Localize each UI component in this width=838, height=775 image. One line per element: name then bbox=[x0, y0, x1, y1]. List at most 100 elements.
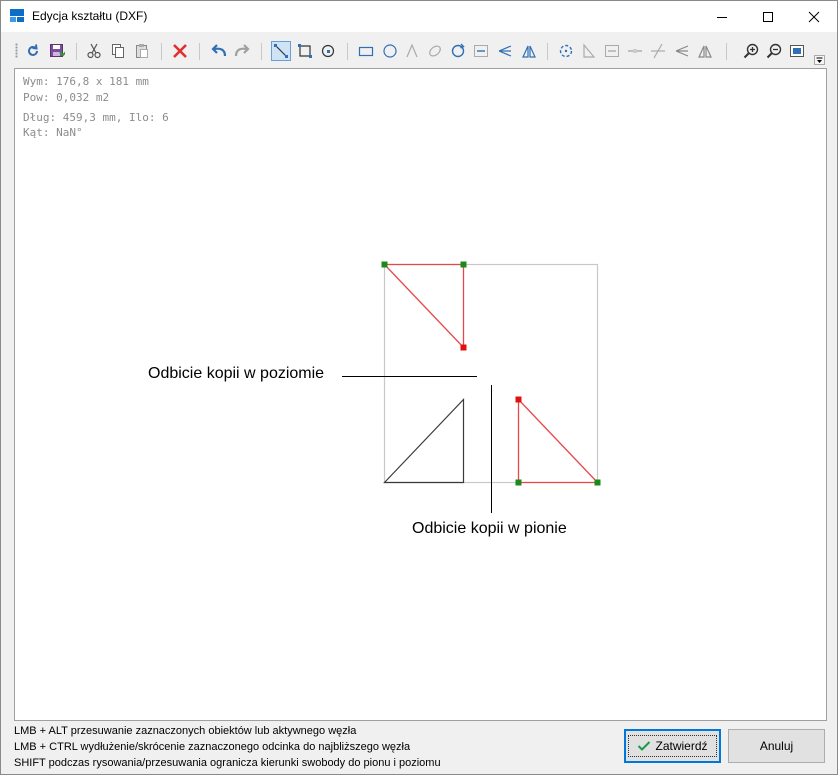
delete-icon bbox=[173, 44, 187, 58]
distance-button[interactable] bbox=[602, 41, 622, 61]
polyline-tool-icon bbox=[298, 44, 312, 58]
redo-button[interactable] bbox=[232, 41, 252, 61]
line-tool-button[interactable] bbox=[271, 41, 291, 61]
toolbar bbox=[1, 32, 837, 67]
hint-line: LMB + ALT przesuwanie zaznaczonych obiek… bbox=[14, 725, 357, 737]
line-tool-icon bbox=[274, 44, 288, 58]
undo-button[interactable] bbox=[209, 41, 229, 61]
toolbar-separator bbox=[347, 43, 348, 60]
annotation-horizontal-mirror: Odbicie kopii w poziomie bbox=[148, 365, 325, 382]
rotate-tool-button[interactable] bbox=[448, 41, 468, 61]
scale-tool-button[interactable] bbox=[495, 41, 515, 61]
cut-button[interactable] bbox=[84, 41, 104, 61]
toolbar-separator bbox=[199, 43, 200, 60]
node-handle[interactable] bbox=[460, 261, 467, 268]
undo-icon bbox=[211, 44, 227, 57]
redo-icon bbox=[234, 44, 250, 57]
cancel-button-label: Anuluj bbox=[759, 739, 794, 753]
mirror-tool-button[interactable] bbox=[519, 41, 539, 61]
title-bar: Edycja kształtu (DXF) bbox=[1, 1, 837, 32]
ellipse-tool-icon bbox=[429, 45, 441, 57]
circle-tool-icon bbox=[383, 44, 397, 58]
angle-tool-icon bbox=[406, 43, 418, 58]
zoom-out-icon bbox=[766, 43, 782, 59]
node-handle[interactable] bbox=[515, 396, 522, 403]
rectangle-tool-icon bbox=[358, 46, 374, 57]
window-title: Edycja kształtu (DXF) bbox=[32, 9, 148, 23]
copy-button[interactable] bbox=[108, 41, 128, 61]
arc-tool-icon bbox=[321, 44, 335, 58]
check-icon bbox=[638, 741, 651, 751]
zoom-out-button[interactable] bbox=[764, 41, 784, 61]
annotation-vertical-mirror: Odbicie kopii w pionie bbox=[412, 520, 567, 537]
arc-tool-button[interactable] bbox=[318, 41, 338, 61]
save-icon bbox=[50, 44, 65, 57]
angle-tool-button[interactable] bbox=[402, 41, 422, 61]
close-button[interactable] bbox=[791, 1, 837, 32]
extend-button[interactable] bbox=[579, 41, 599, 61]
distance-icon bbox=[605, 45, 619, 57]
hint-line: LMB + CTRL wydłużenie/skrócenie zaznaczo… bbox=[14, 741, 411, 753]
mirrored-triangle-right bbox=[517, 397, 600, 484]
split-button[interactable] bbox=[625, 41, 645, 61]
circle-tool-button[interactable] bbox=[380, 41, 400, 61]
node-handle[interactable] bbox=[594, 479, 601, 486]
delete-button[interactable] bbox=[170, 41, 190, 61]
trim-icon bbox=[651, 43, 665, 59]
flip-icon bbox=[675, 45, 689, 57]
zoom-in-button[interactable] bbox=[741, 41, 761, 61]
maximize-button[interactable] bbox=[745, 1, 791, 32]
toolbar-separator bbox=[547, 43, 548, 60]
paste-icon bbox=[136, 44, 148, 58]
minimize-button[interactable] bbox=[699, 1, 745, 32]
app-icon bbox=[10, 9, 24, 22]
move-tool-button[interactable] bbox=[471, 41, 491, 61]
mirrored-triangle-top bbox=[382, 263, 465, 350]
rotate-selection-button[interactable] bbox=[556, 41, 576, 61]
maximize-icon bbox=[763, 11, 773, 22]
mirror-tool-icon bbox=[522, 45, 536, 58]
dialog-window: Edycja kształtu (DXF) Wym: 176,8 x 181 m… bbox=[0, 0, 838, 775]
zoom-fit-button[interactable] bbox=[787, 41, 807, 61]
paste-button[interactable] bbox=[132, 41, 152, 61]
rectangle-tool-button[interactable] bbox=[356, 41, 376, 61]
rotate-tool-icon bbox=[451, 43, 465, 58]
move-tool-icon bbox=[474, 45, 488, 57]
toolbar-separator bbox=[76, 43, 77, 60]
copy-icon bbox=[112, 44, 124, 58]
node-handle[interactable] bbox=[515, 479, 522, 486]
split-icon bbox=[628, 49, 642, 53]
minimize-icon bbox=[717, 16, 727, 18]
ellipse-tool-button[interactable] bbox=[425, 41, 445, 61]
hint-line: SHIFT podczas rysowania/przesuwania ogra… bbox=[14, 757, 441, 769]
node-handle[interactable] bbox=[381, 261, 388, 268]
confirm-button-label: Zatwierdź bbox=[655, 739, 708, 753]
cad-drawing bbox=[342, 261, 601, 513]
toolbar-separator bbox=[726, 43, 727, 60]
mirror-copy-button[interactable] bbox=[695, 41, 715, 61]
trim-button[interactable] bbox=[648, 41, 668, 61]
polyline-tool-button[interactable] bbox=[295, 41, 315, 61]
rotate-selection-icon bbox=[559, 44, 573, 58]
scale-tool-icon bbox=[498, 45, 512, 57]
refresh-button[interactable] bbox=[23, 41, 43, 61]
toolbar-overflow-button[interactable] bbox=[814, 55, 825, 65]
refresh-icon bbox=[28, 44, 38, 56]
node-handle[interactable] bbox=[460, 344, 467, 351]
zoom-in-icon bbox=[743, 43, 759, 59]
extend-icon bbox=[583, 43, 596, 58]
cancel-button[interactable]: Anuluj bbox=[728, 729, 825, 763]
drawing-canvas[interactable]: Wym: 176,8 x 181 mm Pow: 0,032 m2 Dług: … bbox=[14, 68, 827, 721]
mirror-copy-icon bbox=[698, 45, 712, 58]
toolbar-separator bbox=[261, 43, 262, 60]
toolbar-grip[interactable] bbox=[15, 43, 18, 58]
save-button[interactable] bbox=[47, 41, 67, 61]
zoom-fit-icon bbox=[790, 45, 804, 57]
toolbar-separator bbox=[161, 43, 162, 60]
original-triangle bbox=[383, 397, 465, 484]
confirm-button[interactable]: Zatwierdź bbox=[624, 729, 721, 763]
cut-icon bbox=[87, 43, 101, 59]
chevron-down-icon bbox=[816, 57, 823, 63]
flip-button[interactable] bbox=[672, 41, 692, 61]
close-icon bbox=[808, 11, 820, 22]
